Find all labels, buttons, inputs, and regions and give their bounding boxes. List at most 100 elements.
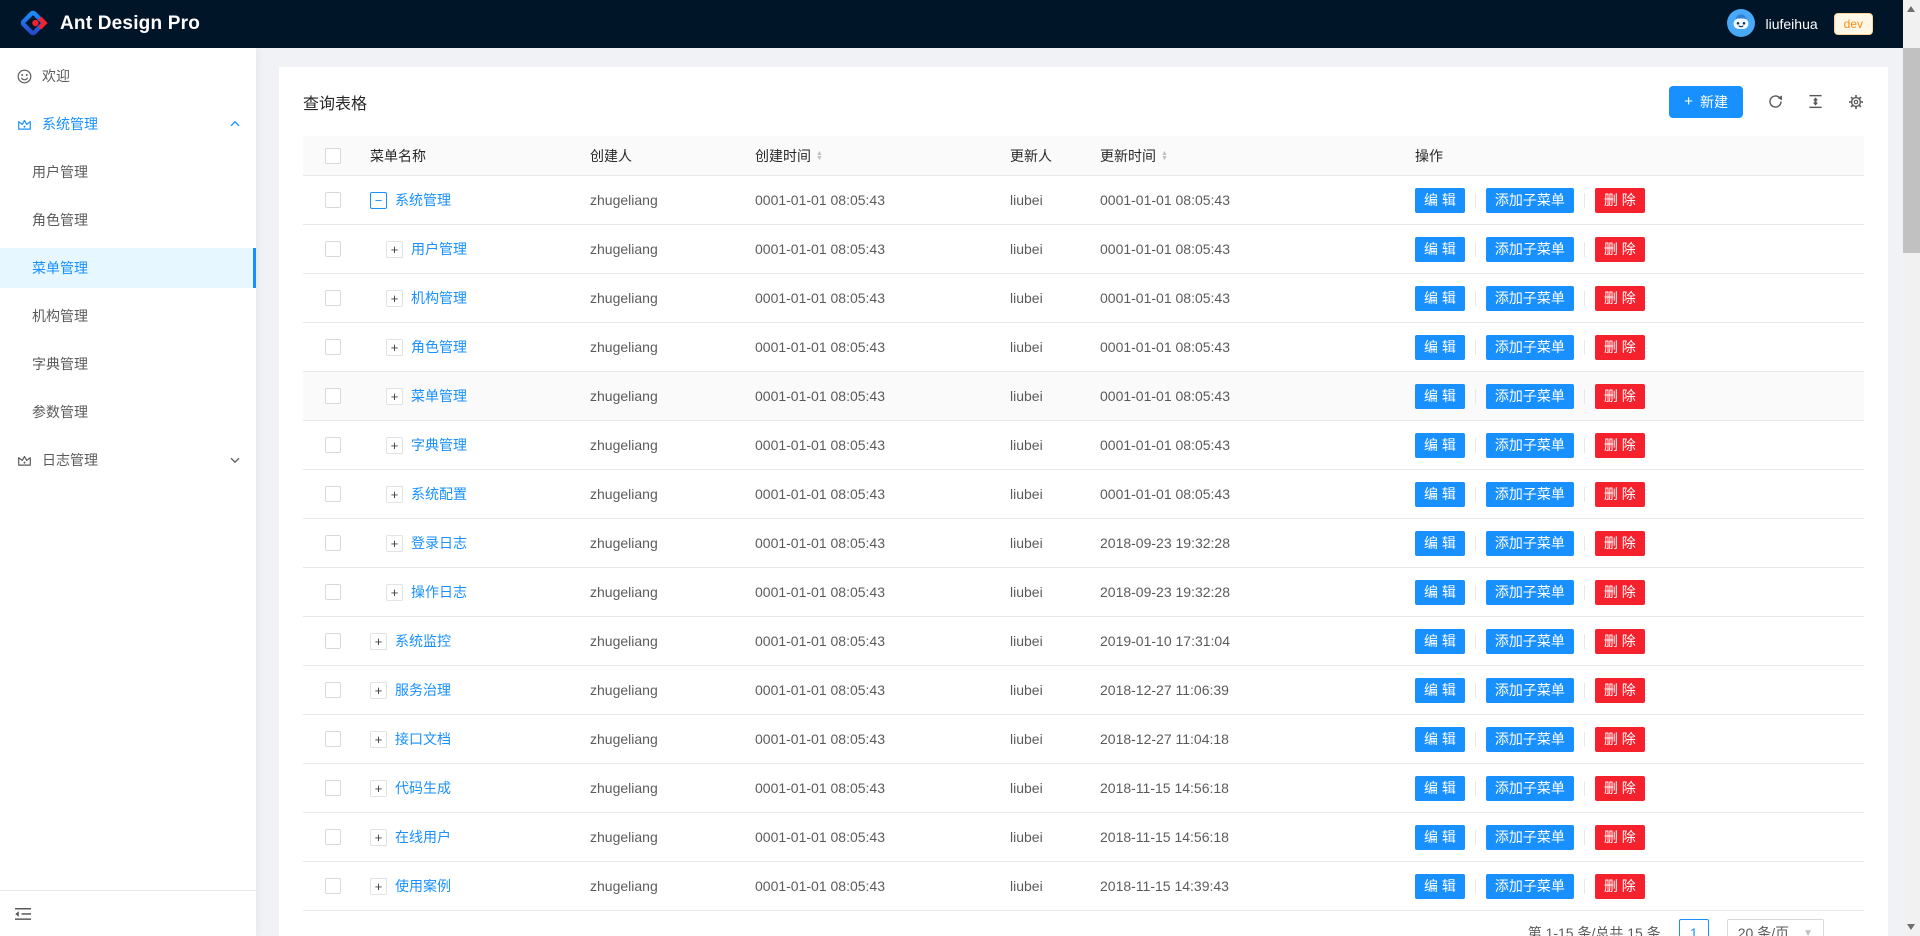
add-submenu-button[interactable]: 添加子菜单 bbox=[1486, 825, 1574, 850]
row-checkbox[interactable] bbox=[325, 731, 341, 747]
row-checkbox[interactable] bbox=[325, 241, 341, 257]
delete-button[interactable]: 删 除 bbox=[1595, 482, 1645, 507]
add-submenu-button[interactable]: 添加子菜单 bbox=[1486, 188, 1574, 213]
edit-button[interactable]: 编 辑 bbox=[1415, 188, 1465, 213]
delete-button[interactable]: 删 除 bbox=[1595, 433, 1645, 458]
page-size-select[interactable]: 20 条/页 ▼ bbox=[1727, 919, 1824, 936]
menu-fold-icon[interactable] bbox=[14, 905, 32, 923]
new-button[interactable]: + 新建 bbox=[1669, 86, 1743, 118]
row-checkbox[interactable] bbox=[325, 535, 341, 551]
delete-button[interactable]: 删 除 bbox=[1595, 776, 1645, 801]
sort-icons[interactable]: ▲▼ bbox=[816, 151, 823, 161]
delete-button[interactable]: 删 除 bbox=[1595, 237, 1645, 262]
header-user-menu[interactable]: liufeihua dev bbox=[1723, 0, 1877, 48]
sidebar-item-welcome[interactable]: 欢迎 bbox=[0, 56, 256, 96]
row-checkbox[interactable] bbox=[325, 682, 341, 698]
add-submenu-button[interactable]: 添加子菜单 bbox=[1486, 776, 1574, 801]
add-submenu-button[interactable]: 添加子菜单 bbox=[1486, 237, 1574, 262]
scrollbar-thumb[interactable] bbox=[1903, 48, 1920, 253]
edit-button[interactable]: 编 辑 bbox=[1415, 678, 1465, 703]
menu-name-link[interactable]: 登录日志 bbox=[411, 533, 467, 553]
row-checkbox[interactable] bbox=[325, 437, 341, 453]
edit-button[interactable]: 编 辑 bbox=[1415, 825, 1465, 850]
row-checkbox[interactable] bbox=[325, 486, 341, 502]
row-checkbox[interactable] bbox=[325, 584, 341, 600]
expand-row-icon[interactable]: + bbox=[386, 584, 403, 601]
menu-name-link[interactable]: 系统配置 bbox=[411, 484, 467, 504]
pagination-page-1[interactable]: 1 bbox=[1679, 919, 1709, 936]
menu-name-link[interactable]: 操作日志 bbox=[411, 582, 467, 602]
sidebar-item-user-mgmt[interactable]: 用户管理 bbox=[0, 152, 256, 192]
header-cell-created-time[interactable]: 创建时间 ▲▼ bbox=[745, 146, 1000, 166]
delete-button[interactable]: 删 除 bbox=[1595, 825, 1645, 850]
expand-row-icon[interactable]: + bbox=[386, 290, 403, 307]
row-checkbox[interactable] bbox=[325, 829, 341, 845]
collapse-row-icon[interactable]: − bbox=[370, 192, 387, 209]
expand-row-icon[interactable]: + bbox=[370, 633, 387, 650]
edit-button[interactable]: 编 辑 bbox=[1415, 727, 1465, 752]
sidebar-item-log-mgmt[interactable]: 日志管理 bbox=[0, 440, 256, 480]
add-submenu-button[interactable]: 添加子菜单 bbox=[1486, 531, 1574, 556]
delete-button[interactable]: 删 除 bbox=[1595, 335, 1645, 360]
edit-button[interactable]: 编 辑 bbox=[1415, 580, 1465, 605]
sort-icons[interactable]: ▲▼ bbox=[1161, 151, 1168, 161]
delete-button[interactable]: 删 除 bbox=[1595, 384, 1645, 409]
expand-row-icon[interactable]: + bbox=[386, 535, 403, 552]
delete-button[interactable]: 删 除 bbox=[1595, 727, 1645, 752]
expand-row-icon[interactable]: + bbox=[370, 829, 387, 846]
edit-button[interactable]: 编 辑 bbox=[1415, 776, 1465, 801]
row-checkbox[interactable] bbox=[325, 780, 341, 796]
add-submenu-button[interactable]: 添加子菜单 bbox=[1486, 482, 1574, 507]
sidebar-item-org-mgmt[interactable]: 机构管理 bbox=[0, 296, 256, 336]
sidebar-item-param-mgmt[interactable]: 参数管理 bbox=[0, 392, 256, 432]
add-submenu-button[interactable]: 添加子菜单 bbox=[1486, 384, 1574, 409]
menu-name-link[interactable]: 服务治理 bbox=[395, 680, 451, 700]
edit-button[interactable]: 编 辑 bbox=[1415, 482, 1465, 507]
add-submenu-button[interactable]: 添加子菜单 bbox=[1486, 678, 1574, 703]
expand-row-icon[interactable]: + bbox=[386, 339, 403, 356]
add-submenu-button[interactable]: 添加子菜单 bbox=[1486, 286, 1574, 311]
expand-row-icon[interactable]: + bbox=[370, 878, 387, 895]
edit-button[interactable]: 编 辑 bbox=[1415, 433, 1465, 458]
edit-button[interactable]: 编 辑 bbox=[1415, 237, 1465, 262]
delete-button[interactable]: 删 除 bbox=[1595, 580, 1645, 605]
menu-name-link[interactable]: 用户管理 bbox=[411, 239, 467, 259]
edit-button[interactable]: 编 辑 bbox=[1415, 286, 1465, 311]
row-checkbox[interactable] bbox=[325, 633, 341, 649]
scroll-up-arrow-icon[interactable] bbox=[1907, 6, 1915, 12]
edit-button[interactable]: 编 辑 bbox=[1415, 629, 1465, 654]
add-submenu-button[interactable]: 添加子菜单 bbox=[1486, 335, 1574, 360]
menu-name-link[interactable]: 系统管理 bbox=[395, 190, 451, 210]
logo[interactable]: Ant Design Pro bbox=[18, 8, 200, 41]
add-submenu-button[interactable]: 添加子菜单 bbox=[1486, 874, 1574, 899]
menu-name-link[interactable]: 角色管理 bbox=[411, 337, 467, 357]
expand-row-icon[interactable]: + bbox=[386, 486, 403, 503]
menu-name-link[interactable]: 接口文档 bbox=[395, 729, 451, 749]
sidebar-item-system-mgmt[interactable]: 系统管理 bbox=[0, 104, 256, 144]
row-checkbox[interactable] bbox=[325, 339, 341, 355]
add-submenu-button[interactable]: 添加子菜单 bbox=[1486, 580, 1574, 605]
expand-row-icon[interactable]: + bbox=[386, 388, 403, 405]
delete-button[interactable]: 删 除 bbox=[1595, 286, 1645, 311]
delete-button[interactable]: 删 除 bbox=[1595, 531, 1645, 556]
sidebar-item-dict-mgmt[interactable]: 字典管理 bbox=[0, 344, 256, 384]
expand-row-icon[interactable]: + bbox=[370, 682, 387, 699]
menu-name-link[interactable]: 代码生成 bbox=[395, 778, 451, 798]
delete-button[interactable]: 删 除 bbox=[1595, 678, 1645, 703]
delete-button[interactable]: 删 除 bbox=[1595, 629, 1645, 654]
edit-button[interactable]: 编 辑 bbox=[1415, 874, 1465, 899]
sidebar-item-role-mgmt[interactable]: 角色管理 bbox=[0, 200, 256, 240]
header-cell-updated-time[interactable]: 更新时间 ▲▼ bbox=[1090, 146, 1405, 166]
expand-row-icon[interactable]: + bbox=[386, 437, 403, 454]
add-submenu-button[interactable]: 添加子菜单 bbox=[1486, 629, 1574, 654]
reload-icon[interactable] bbox=[1768, 94, 1783, 109]
vertical-scrollbar[interactable] bbox=[1903, 0, 1920, 936]
expand-row-icon[interactable]: + bbox=[370, 731, 387, 748]
row-checkbox[interactable] bbox=[325, 388, 341, 404]
column-height-icon[interactable] bbox=[1808, 94, 1823, 109]
gear-icon[interactable] bbox=[1848, 94, 1864, 110]
sidebar-item-menu-mgmt[interactable]: 菜单管理 bbox=[0, 248, 256, 288]
add-submenu-button[interactable]: 添加子菜单 bbox=[1486, 433, 1574, 458]
menu-name-link[interactable]: 字典管理 bbox=[411, 435, 467, 455]
menu-name-link[interactable]: 菜单管理 bbox=[411, 386, 467, 406]
